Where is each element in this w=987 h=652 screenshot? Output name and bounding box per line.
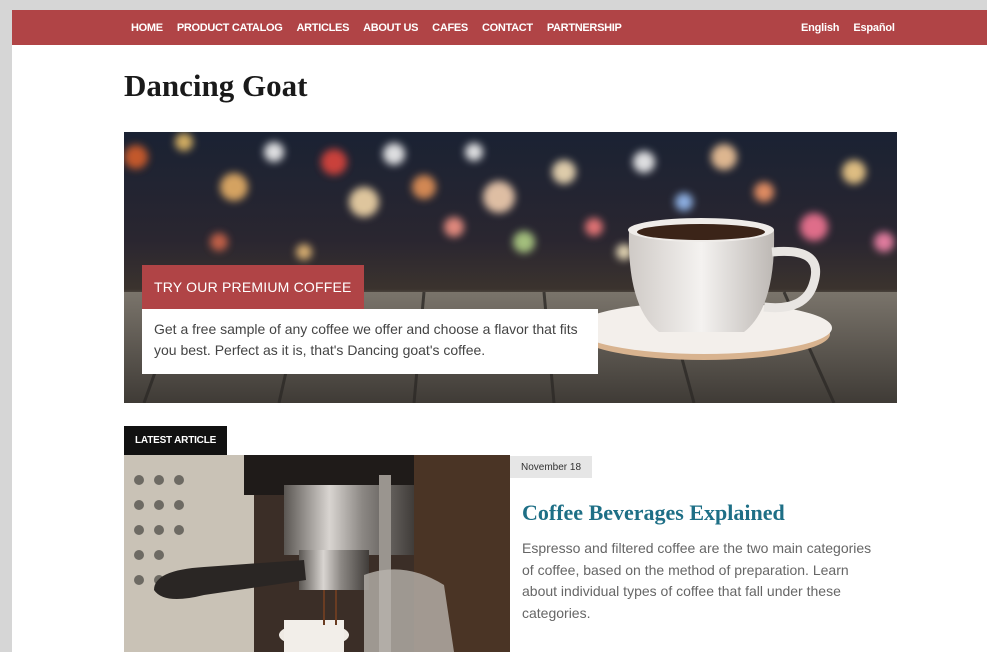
page-frame: HOME PRODUCT CATALOG ARTICLES ABOUT US C… (12, 10, 987, 652)
espresso-machine-image (124, 455, 510, 652)
nav-home[interactable]: HOME (131, 22, 163, 34)
nav-product-catalog[interactable]: PRODUCT CATALOG (177, 22, 283, 34)
latest-article-tag: LATEST ARTICLE (124, 426, 228, 455)
top-navigation: HOME PRODUCT CATALOG ARTICLES ABOUT US C… (12, 10, 987, 45)
nav-partnership[interactable]: PARTNERSHIP (547, 22, 622, 34)
hero-badge: TRY OUR PREMIUM COFFEE (142, 265, 364, 309)
nav-articles[interactable]: ARTICLES (297, 22, 350, 34)
main-menu: HOME PRODUCT CATALOG ARTICLES ABOUT US C… (131, 10, 636, 45)
language-english[interactable]: English (801, 22, 840, 34)
nav-contact[interactable]: CONTACT (482, 22, 533, 34)
hero-description: Get a free sample of any coffee we offer… (142, 309, 598, 374)
site-title[interactable]: Dancing Goat (124, 68, 307, 104)
language-spanish[interactable]: Español (853, 22, 895, 34)
hero-banner[interactable]: TRY OUR PREMIUM COFFEE Get a free sample… (124, 132, 897, 403)
nav-cafes[interactable]: CAFES (432, 22, 468, 34)
nav-about-us[interactable]: ABOUT US (363, 22, 418, 34)
article-title[interactable]: Coffee Beverages Explained (522, 500, 785, 526)
language-switcher: English Español (801, 10, 909, 45)
article-image[interactable] (124, 455, 510, 652)
article-summary: Espresso and filtered coffee are the two… (522, 540, 872, 621)
article-date: November 18 (510, 456, 593, 478)
